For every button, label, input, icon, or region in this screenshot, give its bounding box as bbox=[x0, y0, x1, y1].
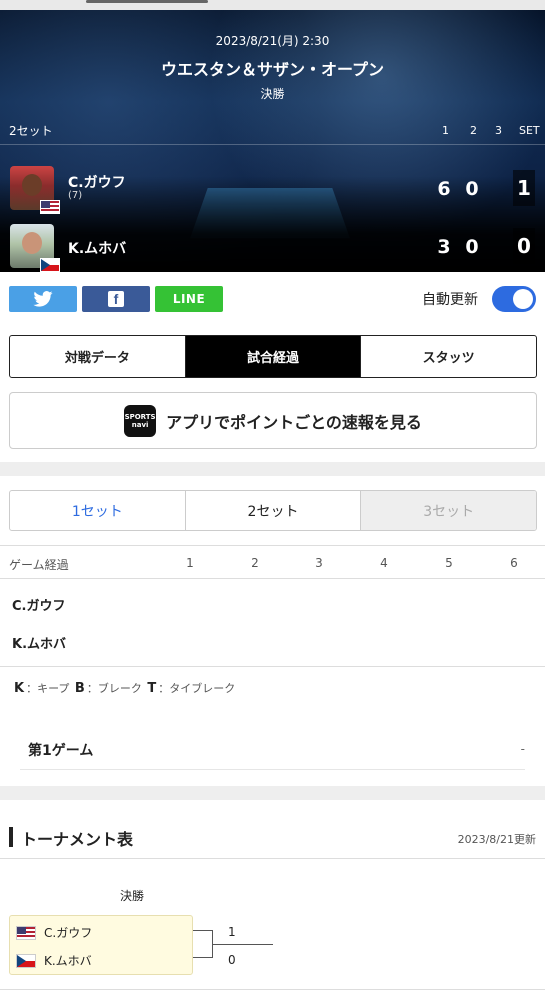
facebook-icon: f bbox=[108, 291, 124, 307]
game-col-3: 3 bbox=[315, 556, 323, 570]
player-row-1[interactable]: C.ガウフ (7) 6 0 1 bbox=[10, 166, 535, 214]
bracket-score-1: 1 bbox=[228, 925, 236, 939]
game-col-1: 1 bbox=[186, 556, 194, 570]
game-detail-row[interactable]: 第1ゲーム - bbox=[20, 730, 525, 770]
set1-games: 3 bbox=[437, 236, 451, 258]
tournament-name: ウエスタン＆サザン・オープン bbox=[160, 60, 385, 79]
game-detail-title: 第1ゲーム bbox=[28, 743, 94, 759]
auto-update-toggle[interactable] bbox=[492, 286, 536, 312]
bracket-score-2: 0 bbox=[228, 953, 236, 967]
game-col-6: 6 bbox=[510, 556, 518, 570]
bracket-match[interactable]: C.ガウフ K.ムホバ bbox=[9, 915, 193, 975]
share-bar: f LINE 自動更新 bbox=[9, 286, 536, 312]
section-divider bbox=[0, 786, 545, 800]
match-datetime: 2023/8/21(月) 2:30 bbox=[215, 34, 330, 48]
match-tabs: 対戦データ 試合経過 スタッツ bbox=[9, 335, 537, 378]
set1-games: 6 bbox=[437, 178, 451, 200]
sportsnavi-logo-icon: SPORTS navi bbox=[124, 404, 157, 437]
us-flag-icon bbox=[40, 200, 60, 214]
player-seed: (7) bbox=[68, 190, 83, 201]
browser-top-strip bbox=[0, 0, 545, 10]
set-header-total: SET bbox=[519, 124, 540, 137]
set-tabs: 1セット 2セット 3セット bbox=[9, 490, 537, 531]
sets-won: 1 bbox=[513, 170, 535, 206]
tab-match-progress[interactable]: 試合経過 bbox=[185, 336, 362, 377]
tab-head-to-head[interactable]: 対戦データ bbox=[10, 336, 186, 377]
tournament-section-header: トーナメント表 2023/8/21更新 bbox=[9, 825, 536, 849]
set2-games: 0 bbox=[465, 178, 479, 200]
bracket-entry-2: K.ムホバ bbox=[16, 950, 92, 970]
match-format: 2セット bbox=[9, 124, 53, 138]
bracket-connector bbox=[193, 930, 213, 958]
bracket-entry-1: C.ガウフ bbox=[16, 922, 92, 942]
game-row-player-2: K.ムホバ bbox=[12, 637, 67, 652]
game-row-player-1: C.ガウフ bbox=[12, 599, 66, 614]
tab-set-2[interactable]: 2セット bbox=[186, 491, 362, 530]
twitter-icon bbox=[33, 291, 53, 307]
sets-won: 0 bbox=[513, 228, 535, 264]
game-detail-value: - bbox=[520, 742, 525, 756]
game-col-2: 2 bbox=[251, 556, 259, 570]
cz-flag-icon bbox=[40, 258, 60, 272]
game-legend: K ：キープ B ：ブレーク T ：タイブレーク bbox=[14, 681, 236, 696]
bracket-round-label: 決勝 bbox=[120, 889, 145, 903]
match-round: 決勝 bbox=[260, 87, 285, 101]
app-banner-button[interactable]: SPORTS navi アプリでポイントごとの速報を見る bbox=[9, 392, 537, 449]
set-header-2: 2 bbox=[470, 124, 477, 137]
game-col-5: 5 bbox=[445, 556, 453, 570]
set-header-3: 3 bbox=[495, 124, 502, 137]
bracket-connector bbox=[213, 944, 273, 945]
twitter-share-button[interactable] bbox=[9, 286, 77, 312]
cz-flag-icon bbox=[16, 953, 36, 968]
bracket-player-name: C.ガウフ bbox=[44, 926, 93, 940]
tab-set-3: 3セット bbox=[361, 491, 536, 530]
line-share-button[interactable]: LINE bbox=[155, 286, 223, 312]
set2-games: 0 bbox=[465, 236, 479, 258]
player-row-2[interactable]: K.ムホバ 3 0 0 bbox=[10, 224, 535, 272]
section-divider bbox=[0, 462, 545, 476]
game-progress-header: ゲーム経過 1 2 3 4 5 6 bbox=[0, 545, 545, 579]
game-col-4: 4 bbox=[380, 556, 388, 570]
facebook-share-button[interactable]: f bbox=[82, 286, 150, 312]
set-header-1: 1 bbox=[442, 124, 449, 137]
player-name: K.ムホバ bbox=[68, 241, 127, 257]
tab-set-1[interactable]: 1セット bbox=[10, 491, 186, 530]
app-banner-text: アプリでポイントごとの速報を見る bbox=[166, 412, 422, 432]
match-header: 2023/8/21(月) 2:30 ウエスタン＆サザン・オープン 決勝 2セット… bbox=[0, 10, 545, 272]
bracket-player-name: K.ムホバ bbox=[44, 954, 92, 968]
tab-stats[interactable]: スタッツ bbox=[361, 336, 536, 377]
auto-update-label: 自動更新 bbox=[422, 292, 478, 308]
player-name: C.ガウフ bbox=[68, 175, 126, 191]
tournament-title: トーナメント表 bbox=[21, 830, 134, 849]
tournament-updated: 2023/8/21更新 bbox=[457, 833, 536, 846]
us-flag-icon bbox=[16, 925, 36, 940]
scroll-indicator bbox=[86, 0, 208, 3]
game-progress-label: ゲーム経過 bbox=[9, 558, 69, 572]
